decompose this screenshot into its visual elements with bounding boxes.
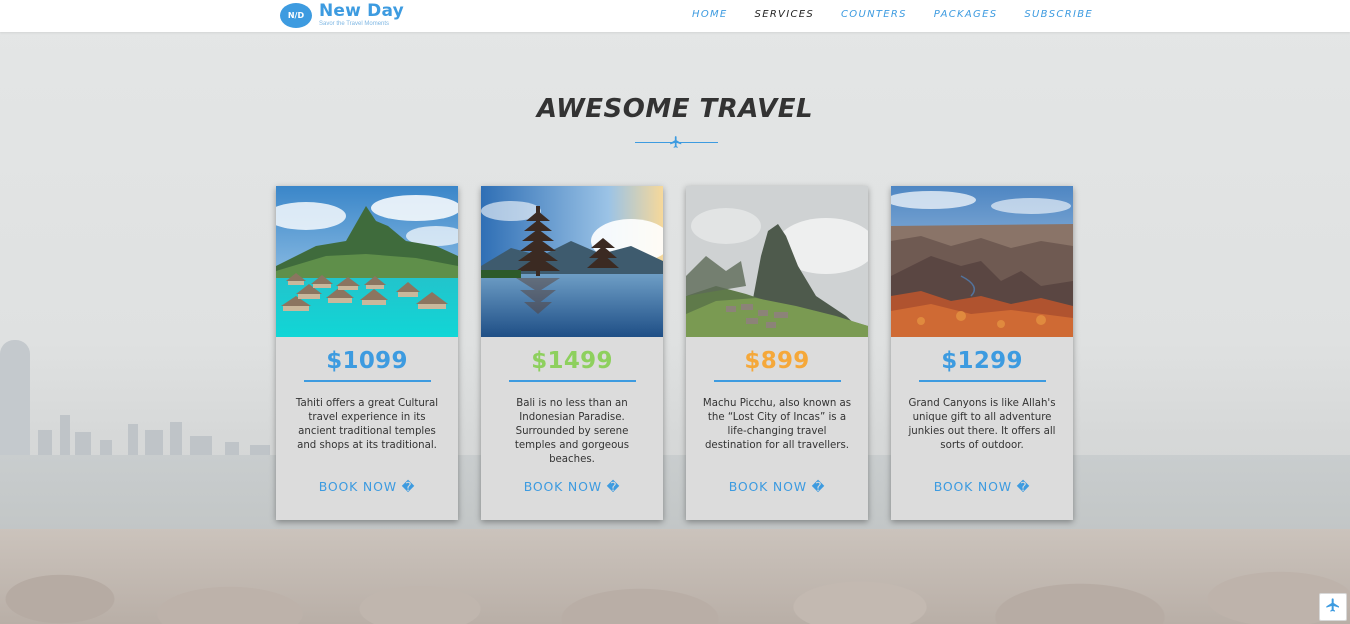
price-underline [508,380,636,382]
brand-name: New Day [319,1,404,21]
bali-temple-lake-image [481,186,663,337]
price: $1499 [531,348,613,374]
book-now-button[interactable]: BOOK NOW � [934,479,1031,494]
brand-tagline: Savor the Travel Moments [319,21,390,27]
logo-badge: N/D [280,2,312,28]
grand-canyon-image [891,186,1073,337]
package-cards: $1099 Tahiti offers a great Cultural tra… [276,186,1073,520]
rocks [0,529,1350,624]
price-underline [303,380,431,382]
price: $899 [744,348,810,374]
nav-subscribe[interactable]: SUBSCRIBE [1024,9,1093,20]
book-now-button[interactable]: BOOK NOW � [524,479,621,494]
package-description: Tahiti offers a great Cultural travel ex… [295,398,439,451]
navbar: N/D New Day Savor the Travel Moments HOM… [0,0,1350,32]
package-card-grand-canyon: $1299 Grand Canyons is like Allah's uniq… [891,186,1073,520]
book-now-button[interactable]: BOOK NOW � [729,479,826,494]
logo[interactable]: N/D New Day Savor the Travel Moments [280,1,404,29]
nav-counters[interactable]: COUNTERS [841,9,907,20]
price: $1099 [326,348,408,374]
airplane-icon [668,134,684,150]
section-title: AWESOME TRAVEL [536,94,814,124]
machu-picchu-image [686,186,868,337]
package-description: Bali is no less than an Indonesian Parad… [514,398,630,465]
price-underline [918,380,1046,382]
nav-services[interactable]: SERVICES [755,9,814,20]
city-skyline [0,330,290,460]
package-card-tahiti: $1099 Tahiti offers a great Cultural tra… [276,186,458,520]
package-description: Grand Canyons is like Allah's unique gif… [908,398,1056,451]
nav-packages[interactable]: PACKAGES [934,9,998,20]
scroll-top-button[interactable] [1319,593,1347,621]
logo-text: New Day Savor the Travel Moments [319,1,404,28]
book-now-button[interactable]: BOOK NOW � [319,479,416,494]
price-underline [713,380,841,382]
package-card-bali: $1499 Bali is no less than an Indonesian… [481,186,663,520]
title-divider [635,134,718,150]
main-nav: HOME SERVICES COUNTERS PACKAGES SUBSCRIB… [692,9,1120,20]
airplane-icon [1325,597,1341,617]
tahiti-overwater-bungalows-image [276,186,458,337]
package-description: Machu Picchu, also known as the “Lost Ci… [702,398,852,451]
price: $1299 [941,348,1023,374]
package-card-machu-picchu: $899 Machu Picchu, also known as the “Lo… [686,186,868,520]
nav-home[interactable]: HOME [692,9,728,20]
